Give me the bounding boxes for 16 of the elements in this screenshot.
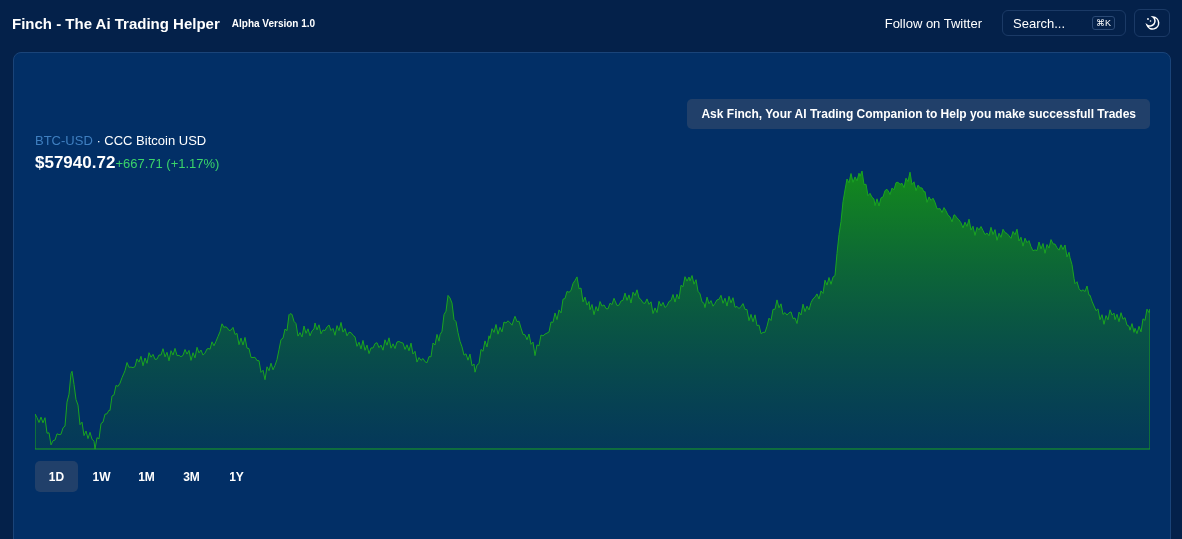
range-tab[interactable]: 3M <box>170 461 213 492</box>
ask-finch-button[interactable]: Ask Finch, Your AI Trading Companion to Help you make successfull Trades <box>687 99 1150 129</box>
range-tab[interactable]: 1Y <box>215 461 258 492</box>
moon-icon <box>1144 15 1160 31</box>
range-tab[interactable]: 1W <box>80 461 123 492</box>
search-field[interactable]: Search... ⌘K <box>1002 10 1126 36</box>
version-label: Alpha Version 1.0 <box>231 17 316 29</box>
theme-toggle-button[interactable] <box>1134 9 1170 37</box>
app-title: Finch - The Ai Trading Helper <box>12 14 220 32</box>
shortcut-key: ⌘K <box>1092 16 1115 30</box>
twitter-link[interactable]: Follow on Twitter <box>884 15 982 31</box>
range-tab[interactable]: 1M <box>125 461 168 492</box>
price-change: +667.71 (+1.17%) <box>115 156 220 171</box>
ticker-name: BTC-USD · CCC Bitcoin USD <box>35 133 208 148</box>
price-value: $57940.72 <box>35 153 116 173</box>
range-tab[interactable]: 1D <box>35 461 78 492</box>
